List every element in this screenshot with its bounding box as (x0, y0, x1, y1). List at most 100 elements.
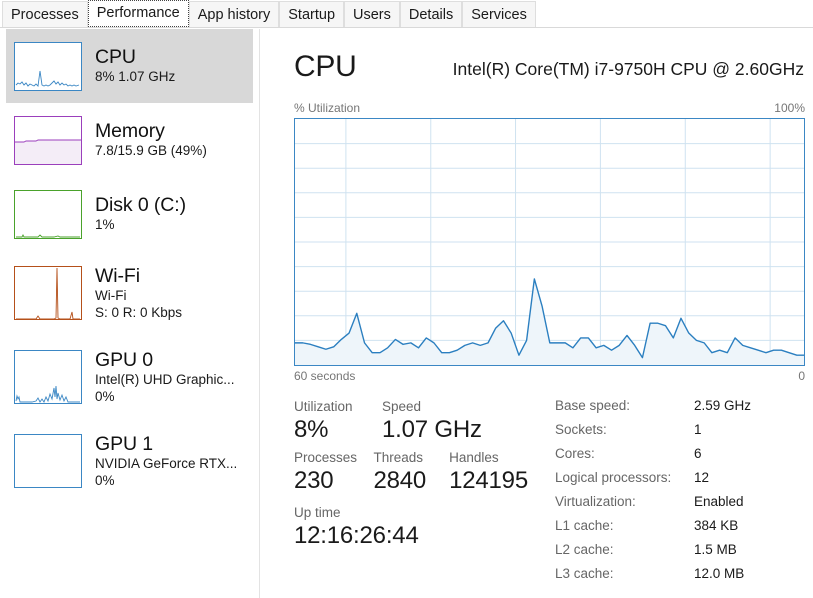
chart-x-axis-left-label: 60 seconds (294, 369, 355, 383)
info-l2-cache-value: 1.5 MB (694, 542, 737, 557)
info-row-l1-cache: L1 cache: 384 KB (555, 518, 805, 542)
stat-utilization: Utilization 8% (294, 398, 382, 445)
cpu-header: CPU Intel(R) Core(TM) i7-9750H CPU @ 2.6… (294, 50, 804, 94)
chart-x-axis-right-label: 0 (798, 369, 805, 383)
stat-processes-label: Processes (294, 449, 373, 466)
info-row-base-speed: Base speed: 2.59 GHz (555, 398, 805, 422)
tab-performance[interactable]: Performance (88, 0, 189, 27)
info-row-l3-cache: L3 cache: 12.0 MB (555, 566, 805, 590)
chart-axis-bottom: 60 seconds 0 (294, 369, 805, 385)
stat-speed-value: 1.07 GHz (382, 415, 532, 445)
chart-y-axis-max: 100% (774, 101, 805, 115)
stat-uptime-label: Up time (294, 504, 494, 521)
sidebar-item-gpu0-title: GPU 0 (95, 350, 235, 371)
stat-speed: Speed 1.07 GHz (382, 398, 532, 445)
info-base-speed-value: 2.59 GHz (694, 398, 751, 413)
gpu0-sparkline-thumbnail (14, 350, 82, 404)
info-logical-processors-label: Logical processors: (555, 470, 694, 485)
info-l3-cache-value: 12.0 MB (694, 566, 744, 581)
tab-details[interactable]: Details (400, 1, 462, 27)
stat-threads: Threads 2840 (373, 449, 449, 496)
sidebar-item-cpu-title: CPU (95, 47, 175, 68)
sidebar-item-gpu0-sub1: Intel(R) UHD Graphic... (95, 373, 235, 388)
stats-row-3: Up time 12:16:26:44 (294, 504, 546, 551)
sidebar-item-wifi-text: Wi-Fi Wi-Fi S: 0 R: 0 Kbps (95, 266, 182, 320)
sidebar-item-wifi-title: Wi-Fi (95, 266, 182, 287)
resource-sidebar: CPU 8% 1.07 GHz Memory 7.8/15.9 GB (49%)… (0, 29, 260, 598)
sidebar-item-cpu-sub: 8% 1.07 GHz (95, 70, 175, 85)
sidebar-item-gpu1-sub1: NVIDIA GeForce RTX... (95, 457, 237, 472)
sidebar-item-cpu[interactable]: CPU 8% 1.07 GHz (6, 29, 253, 103)
tab-startup[interactable]: Startup (279, 1, 344, 27)
stat-speed-label: Speed (382, 398, 532, 415)
sidebar-item-gpu1[interactable]: GPU 1 NVIDIA GeForce RTX... 0% (0, 419, 259, 503)
info-sockets-label: Sockets: (555, 422, 694, 437)
wifi-sparkline-thumbnail (14, 266, 82, 320)
sidebar-item-memory-sub: 7.8/15.9 GB (49%) (95, 144, 207, 159)
info-logical-processors-value: 12 (694, 470, 709, 485)
stat-threads-value: 2840 (373, 466, 449, 496)
sidebar-item-memory[interactable]: Memory 7.8/15.9 GB (49%) (0, 103, 259, 177)
stat-utilization-value: 8% (294, 415, 382, 445)
stats-row-2: Processes 230 Threads 2840 Handles 12419… (294, 449, 546, 496)
info-row-virtualization: Virtualization: Enabled (555, 494, 805, 518)
cpu-model-name: Intel(R) Core(TM) i7-9750H CPU @ 2.60GHz (453, 59, 804, 80)
sidebar-item-gpu0-sub2: 0% (95, 390, 235, 405)
sidebar-item-wifi-sub2: S: 0 R: 0 Kbps (95, 306, 182, 321)
tab-app-history[interactable]: App history (189, 1, 280, 27)
info-row-cores: Cores: 6 (555, 446, 805, 470)
tab-users[interactable]: Users (344, 1, 400, 27)
info-row-logical-processors: Logical processors: 12 (555, 470, 805, 494)
info-cores-value: 6 (694, 446, 702, 461)
info-row-sockets: Sockets: 1 (555, 422, 805, 446)
sidebar-item-wifi[interactable]: Wi-Fi Wi-Fi S: 0 R: 0 Kbps (0, 251, 259, 335)
info-cores-label: Cores: (555, 446, 694, 461)
tab-processes[interactable]: Processes (2, 1, 88, 27)
info-base-speed-label: Base speed: (555, 398, 694, 413)
info-l3-cache-label: L3 cache: (555, 566, 694, 581)
stat-uptime-value: 12:16:26:44 (294, 521, 494, 551)
cpu-stats-block: Utilization 8% Speed 1.07 GHz Processes … (294, 398, 546, 555)
info-l1-cache-value: 384 KB (694, 518, 738, 533)
memory-sparkline-thumbnail (14, 116, 82, 165)
sidebar-item-gpu1-text: GPU 1 NVIDIA GeForce RTX... 0% (95, 434, 237, 488)
stat-handles-value: 124195 (449, 466, 546, 496)
chart-axis-top: % Utilization 100% (294, 101, 805, 117)
stat-utilization-label: Utilization (294, 398, 382, 415)
sidebar-item-disk0[interactable]: Disk 0 (C:) 1% (0, 177, 259, 251)
gpu1-sparkline-thumbnail (14, 434, 82, 488)
sidebar-item-cpu-text: CPU 8% 1.07 GHz (95, 47, 175, 85)
chart-y-axis-label: % Utilization (294, 101, 360, 115)
stat-handles: Handles 124195 (449, 449, 546, 496)
sidebar-item-gpu1-title: GPU 1 (95, 434, 237, 455)
cpu-sparkline-thumbnail (14, 42, 82, 91)
sidebar-item-memory-title: Memory (95, 121, 207, 142)
cpu-utilization-chart[interactable] (294, 118, 805, 366)
info-sockets-value: 1 (694, 422, 702, 437)
stat-processes: Processes 230 (294, 449, 373, 496)
info-l2-cache-label: L2 cache: (555, 542, 694, 557)
stat-threads-label: Threads (373, 449, 449, 466)
stats-row-1: Utilization 8% Speed 1.07 GHz (294, 398, 546, 445)
sidebar-item-disk0-sub: 1% (95, 218, 186, 233)
sidebar-item-disk0-text: Disk 0 (C:) 1% (95, 195, 186, 233)
tab-services[interactable]: Services (462, 1, 536, 27)
info-l1-cache-label: L1 cache: (555, 518, 694, 533)
sidebar-item-wifi-sub1: Wi-Fi (95, 289, 182, 304)
sidebar-item-gpu0[interactable]: GPU 0 Intel(R) UHD Graphic... 0% (0, 335, 259, 419)
chart-horizontal-gridlines (295, 144, 804, 341)
page-title: CPU (294, 50, 356, 84)
info-virtualization-label: Virtualization: (555, 494, 694, 509)
stat-uptime: Up time 12:16:26:44 (294, 504, 494, 551)
sidebar-item-disk0-title: Disk 0 (C:) (95, 195, 186, 216)
sidebar-item-gpu1-sub2: 0% (95, 474, 237, 489)
sidebar-item-gpu0-text: GPU 0 Intel(R) UHD Graphic... 0% (95, 350, 235, 404)
cpu-detail-pane: CPU Intel(R) Core(TM) i7-9750H CPU @ 2.6… (261, 29, 813, 598)
tab-bar: Processes Performance App history Startu… (0, 0, 813, 28)
info-virtualization-value: Enabled (694, 494, 744, 509)
cpu-info-block: Base speed: 2.59 GHz Sockets: 1 Cores: 6… (555, 398, 805, 590)
info-row-l2-cache: L2 cache: 1.5 MB (555, 542, 805, 566)
stat-handles-label: Handles (449, 449, 546, 466)
stat-processes-value: 230 (294, 466, 373, 496)
disk-sparkline-thumbnail (14, 190, 82, 239)
